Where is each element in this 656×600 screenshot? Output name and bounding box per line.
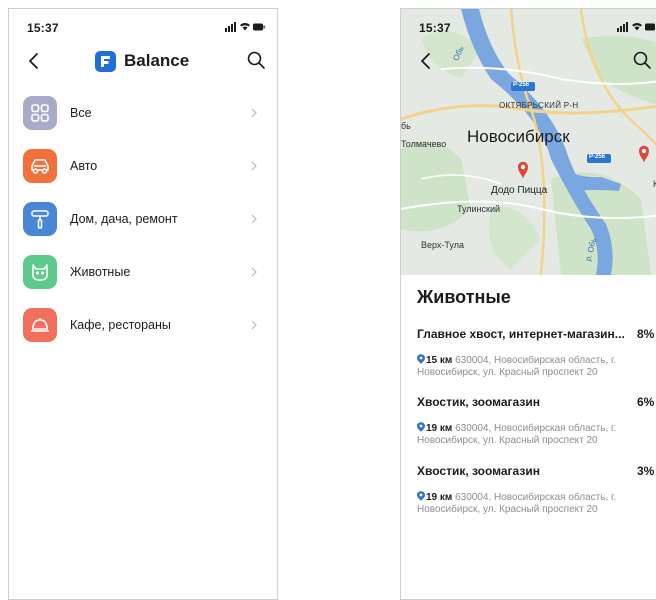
category-cafe[interactable]: Кафе, рестораны	[9, 305, 277, 345]
place-distance: 19 км	[426, 492, 453, 503]
car-icon	[23, 149, 57, 183]
category-auto[interactable]: Авто	[9, 146, 277, 186]
chevron-right-icon	[251, 267, 257, 277]
category-animals[interactable]: Животные	[9, 252, 277, 292]
location-pin-icon	[417, 422, 425, 432]
status-icons	[617, 22, 655, 32]
category-all[interactable]: Все	[9, 93, 277, 133]
grid-icon	[23, 96, 57, 130]
animals-map-screen: Р-256 Р-256 ОКТЯБРЬСКИЙ Р-Н Новосибирск …	[400, 8, 656, 600]
balance-logo-icon	[95, 50, 116, 72]
chevron-right-icon	[251, 320, 257, 330]
category-label: Дом, дача, ремонт	[70, 212, 178, 226]
place-name: Хвостик, зоомагазин	[417, 395, 540, 409]
place-percent: 3%	[637, 464, 655, 478]
category-label: Авто	[70, 159, 98, 173]
search-icon[interactable]	[245, 49, 267, 71]
category-label: Животные	[70, 265, 131, 279]
location-pin-icon	[417, 354, 425, 364]
category-label: Кафе, рестораны	[70, 318, 171, 332]
back-arrow-icon[interactable]	[417, 51, 437, 71]
navigation-bar	[401, 45, 656, 77]
place-percent: 8%	[637, 327, 655, 341]
cat-icon	[23, 255, 57, 289]
place-name: Хвостик, зоомагазин	[417, 464, 540, 478]
road-label: Р-256	[513, 82, 530, 88]
village-label: Толмачево	[401, 139, 447, 149]
partial-label: бь	[401, 121, 411, 131]
status-time: 15:37	[419, 21, 451, 35]
section-title: Животные	[417, 287, 511, 307]
place-distance: 15 км	[426, 355, 453, 366]
back-arrow-icon[interactable]	[25, 51, 45, 71]
place-address-block: 19 км 630004, Новосибирская область, г. …	[417, 491, 647, 516]
place-address-block: 19 км 630004, Новосибирская область, г. …	[417, 422, 647, 447]
search-icon[interactable]	[631, 49, 653, 71]
village-label: Верх-Тула	[421, 240, 464, 250]
village-label: Тулинский	[457, 204, 501, 214]
status-time: 15:37	[27, 21, 59, 35]
chevron-right-icon	[251, 214, 257, 224]
place-name: Главное хвост, интернет-магазин...	[417, 327, 625, 341]
road-label: Р-256	[589, 154, 606, 160]
district-label: ОКТЯБРЬСКИЙ Р-Н	[499, 101, 579, 110]
brand-name: Balance	[124, 51, 190, 70]
paint-roller-icon	[23, 202, 57, 236]
app-brand: Balance	[95, 49, 189, 73]
place-address-block: 15 км 630004, Новосибирская область, г. …	[417, 354, 647, 379]
location-pin-icon	[417, 491, 425, 501]
cloche-icon	[23, 308, 57, 342]
status-bar: 15:37	[401, 9, 656, 41]
poi-label: Додо Пицца	[491, 185, 548, 196]
status-bar: 15:37	[9, 9, 277, 41]
city-label: Новосибирск	[467, 127, 570, 146]
category-label: Все	[70, 106, 92, 120]
navigation-bar: Balance	[9, 45, 277, 77]
categories-screen: 15:37 Balance Все Авто Дом, дача, ремонт…	[8, 8, 278, 600]
place-percent: 6%	[637, 395, 655, 409]
status-icons	[225, 22, 265, 32]
category-home[interactable]: Дом, дача, ремонт	[9, 199, 277, 239]
chevron-right-icon	[251, 108, 257, 118]
chevron-right-icon	[251, 161, 257, 171]
place-distance: 19 км	[426, 423, 453, 434]
